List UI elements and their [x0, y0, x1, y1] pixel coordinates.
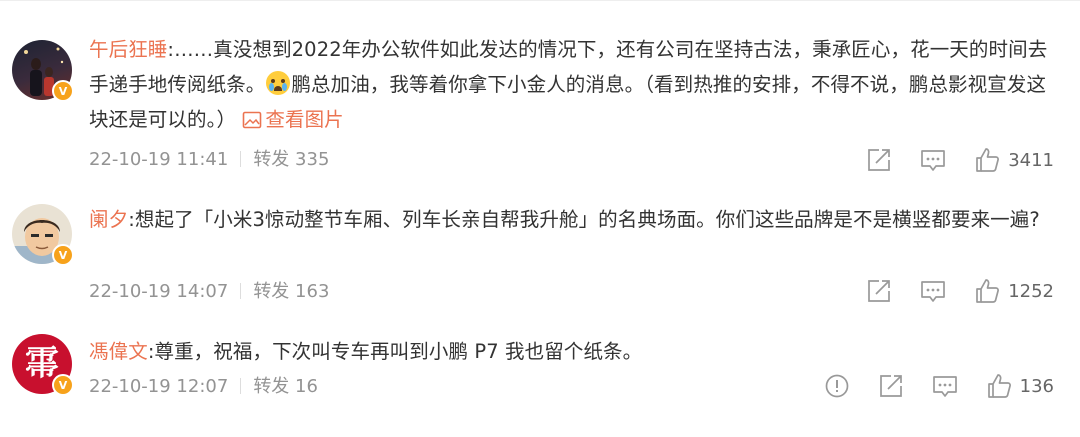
comment-text: 阑夕:想起了「小米3惊动整节车厢、列车长亲自帮我升舱」的名典场面。你们这些品牌是…	[89, 202, 1064, 237]
comment-item: V 阑夕:想起了「小米3惊动整节车厢、列车长亲自帮我升舱」的名典场面。你们这些品…	[0, 180, 1080, 310]
comment-icon	[932, 376, 957, 397]
share-icon	[879, 375, 902, 397]
like-count: 3411	[1008, 149, 1054, 171]
reply-button[interactable]	[920, 147, 946, 173]
share-button[interactable]	[866, 147, 892, 173]
avatar[interactable]: V	[12, 40, 74, 102]
crying-face-icon	[266, 71, 291, 95]
timestamp: 22-10-19 14:07	[89, 281, 229, 302]
comment-body: :尊重，祝福，下次叫专车再叫到小鹏 P7 我也留个纸条。	[147, 340, 643, 363]
comment-icon	[921, 281, 946, 302]
like-button[interactable]: 3411	[974, 147, 1054, 173]
comment-actions: 3411	[866, 147, 1054, 173]
repost-link[interactable]: 转发 335	[253, 149, 329, 170]
comment-meta: 22-10-19 11:41 转发 335	[89, 148, 329, 172]
comment-text: 馮偉文:尊重，祝福，下次叫专车再叫到小鹏 P7 我也留个纸条。	[89, 334, 1064, 369]
verified-badge-icon: V	[52, 244, 74, 266]
picture-icon	[243, 111, 262, 129]
share-button[interactable]	[866, 278, 892, 304]
thumbs-up-icon	[976, 279, 1000, 303]
like-button[interactable]: 136	[986, 373, 1054, 399]
avatar-char: 𢄀	[25, 344, 59, 384]
view-picture-link[interactable]: 查看图片	[242, 108, 344, 131]
comment-meta: 22-10-19 14:07 转发 163	[89, 280, 329, 304]
comment-item: V 午后狂睡:……真没想到2022年办公软件如此发达的情况下，还有公司在坚持古法…	[0, 0, 1080, 180]
timestamp: 22-10-19 12:07	[89, 376, 229, 397]
comment-icon	[921, 150, 946, 171]
share-icon	[868, 280, 891, 302]
comment-item: 𢄀 V 馮偉文:尊重，祝福，下次叫专车再叫到小鹏 P7 我也留个纸条。 22-1…	[0, 310, 1080, 437]
avatar[interactable]: V	[12, 204, 74, 266]
reply-button[interactable]	[932, 373, 958, 399]
like-count: 136	[1019, 375, 1054, 397]
verified-badge-icon: V	[52, 80, 74, 102]
thumbs-up-icon	[976, 148, 1000, 172]
comment-body: :想起了「小米3惊动整节车厢、列车长亲自帮我升舱」的名典场面。你们这些品牌是不是…	[128, 208, 1040, 231]
share-icon	[868, 149, 891, 171]
reply-button[interactable]	[920, 278, 946, 304]
comment-text: 午后狂睡:……真没想到2022年办公软件如此发达的情况下，还有公司在坚持古法，秉…	[89, 32, 1064, 137]
username-link[interactable]: 馮偉文	[89, 340, 148, 363]
comment-meta: 22-10-19 12:07 转发 16	[89, 375, 318, 399]
alert-icon	[825, 374, 848, 398]
timestamp: 22-10-19 11:41	[89, 149, 229, 170]
username-link[interactable]: 阑夕	[89, 208, 128, 231]
report-button[interactable]	[824, 373, 850, 399]
verified-badge-icon: V	[52, 374, 74, 396]
repost-link[interactable]: 转发 163	[253, 281, 329, 302]
avatar[interactable]: 𢄀 V	[12, 334, 74, 396]
comment-actions: 136	[824, 373, 1054, 399]
repost-link[interactable]: 转发 16	[253, 376, 318, 397]
comment-actions: 1252	[866, 278, 1054, 304]
like-count: 1252	[1008, 280, 1054, 302]
like-button[interactable]: 1252	[974, 278, 1054, 304]
username-link[interactable]: 午后狂睡	[89, 38, 167, 61]
thumbs-up-icon	[987, 374, 1011, 398]
share-button[interactable]	[878, 373, 904, 399]
